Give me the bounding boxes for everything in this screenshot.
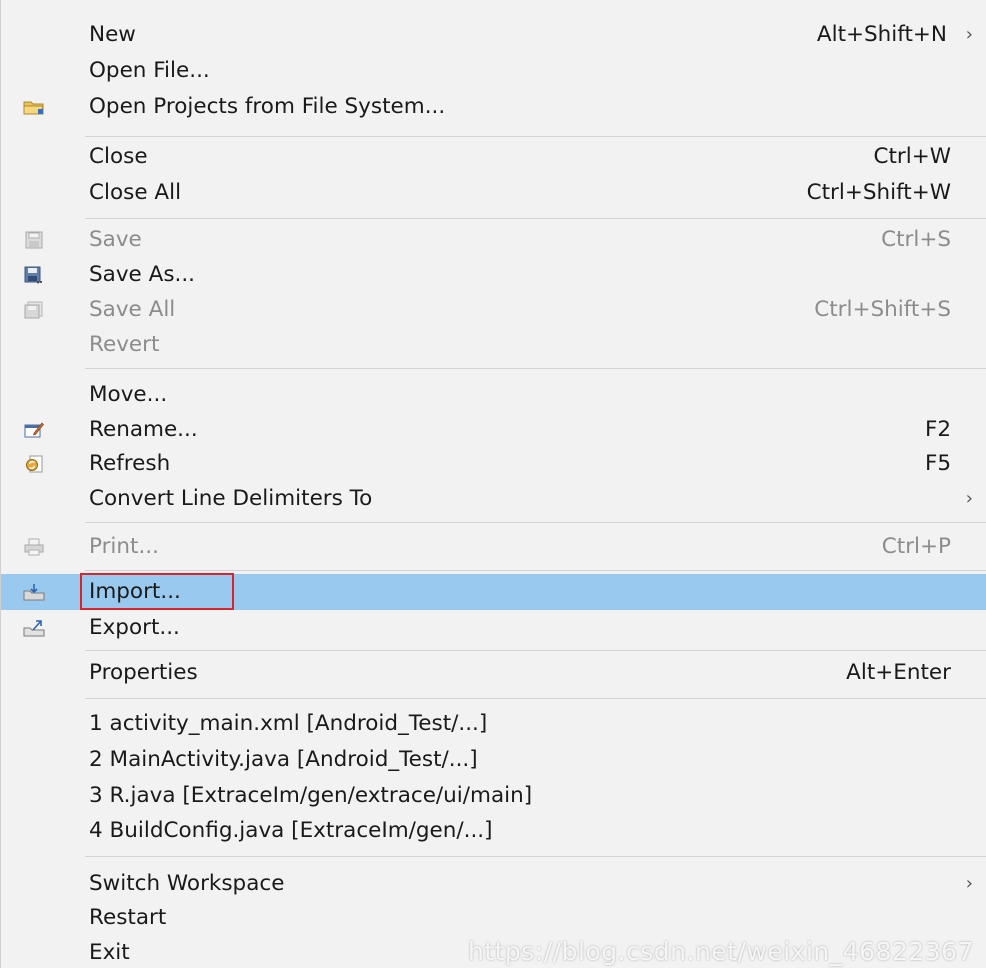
menu-item-label: Save xyxy=(89,227,142,252)
menu-item-label: Revert xyxy=(89,332,160,357)
refresh-icon xyxy=(23,453,45,475)
menu-separator xyxy=(85,368,986,369)
menu-item-save-as[interactable]: Save As... xyxy=(1,257,986,293)
menu-separator xyxy=(85,650,986,651)
menu-item-print[interactable]: Print... Ctrl+P xyxy=(1,529,986,565)
shortcut-text: Alt+Enter xyxy=(846,660,951,685)
menu-item-label: Print... xyxy=(89,534,159,559)
recent-file-item[interactable]: 3 R.java [ExtraceIm/gen/extrace/ui/main] xyxy=(1,778,986,814)
menu-item-label: Export... xyxy=(89,615,180,640)
menu-separator xyxy=(85,522,986,523)
shortcut-text: Ctrl+W xyxy=(873,144,951,169)
menu-item-label: Close xyxy=(89,144,148,169)
recent-file-item[interactable]: 1 activity_main.xml [Android_Test/...] xyxy=(1,706,986,742)
shortcut-text: Ctrl+Shift+W xyxy=(806,180,951,205)
menu-item-label: Rename... xyxy=(89,417,198,442)
menu-separator xyxy=(85,218,986,219)
shortcut-text: F5 xyxy=(924,451,951,476)
menu-item-new[interactable]: New Alt+Shift+N › xyxy=(1,17,986,53)
menu-separator xyxy=(85,856,986,857)
menu-item-label: 3 R.java [ExtraceIm/gen/extrace/ui/main] xyxy=(89,783,533,808)
menu-item-label: New xyxy=(89,22,136,47)
menu-item-move[interactable]: Move... xyxy=(1,377,986,413)
menu-item-label: Open File... xyxy=(89,58,210,83)
save-all-icon xyxy=(23,299,45,321)
shortcut-text: F2 xyxy=(924,417,951,442)
menu-item-restart[interactable]: Restart xyxy=(1,900,986,936)
save-icon xyxy=(23,229,45,251)
file-menu: New Alt+Shift+N › Open File... Open Proj… xyxy=(0,0,986,968)
menu-item-save[interactable]: Save Ctrl+S xyxy=(1,222,986,258)
menu-item-close-all[interactable]: Close All Ctrl+Shift+W xyxy=(1,175,986,211)
menu-item-export[interactable]: Export... xyxy=(1,610,986,646)
menu-item-label: Restart xyxy=(89,905,167,930)
shortcut-text: Ctrl+Shift+S xyxy=(814,297,951,322)
menu-item-label: Convert Line Delimiters To xyxy=(89,486,373,511)
save-as-icon xyxy=(23,264,45,286)
menu-item-convert-line-delimiters[interactable]: Convert Line Delimiters To › xyxy=(1,481,986,517)
menu-separator xyxy=(85,570,986,571)
menu-item-label: 2 MainActivity.java [Android_Test/...] xyxy=(89,747,478,772)
watermark-text: https://blog.csdn.net/weixin_46822367 xyxy=(467,937,974,966)
menu-item-label: Save As... xyxy=(89,262,196,287)
menu-item-label: Close All xyxy=(89,180,182,205)
menu-item-label: 1 activity_main.xml [Android_Test/...] xyxy=(89,711,488,736)
folder-icon xyxy=(23,96,45,118)
menu-item-label: Save All xyxy=(89,297,176,322)
highlight-annotation-box xyxy=(80,573,234,610)
menu-item-label: Exit xyxy=(89,940,130,965)
menu-item-label: Switch Workspace xyxy=(89,871,285,896)
menu-separator xyxy=(85,136,986,137)
recent-file-item[interactable]: 2 MainActivity.java [Android_Test/...] xyxy=(1,742,986,778)
shortcut-text: Ctrl+P xyxy=(881,534,951,559)
shortcut-text: Ctrl+S xyxy=(881,227,951,252)
menu-item-label: Refresh xyxy=(89,451,171,476)
menu-item-label: 4 BuildConfig.java [ExtraceIm/gen/...] xyxy=(89,818,493,843)
menu-separator xyxy=(85,698,986,699)
menu-item-close[interactable]: Close Ctrl+W xyxy=(1,139,986,175)
menu-item-open-projects[interactable]: Open Projects from File System... xyxy=(1,89,986,125)
rename-icon xyxy=(23,419,45,441)
print-icon xyxy=(23,536,45,558)
menu-item-switch-workspace[interactable]: Switch Workspace › xyxy=(1,866,986,902)
chevron-right-icon: › xyxy=(965,24,973,45)
menu-item-rename[interactable]: Rename... F2 xyxy=(1,412,986,448)
import-icon xyxy=(23,581,45,603)
chevron-right-icon: › xyxy=(965,488,973,509)
menu-item-label: Move... xyxy=(89,382,168,407)
export-icon xyxy=(23,617,45,639)
menu-item-label: Open Projects from File System... xyxy=(89,94,446,119)
menu-item-label: Properties xyxy=(89,660,198,685)
menu-item-save-all[interactable]: Save All Ctrl+Shift+S xyxy=(1,292,986,328)
recent-file-item[interactable]: 4 BuildConfig.java [ExtraceIm/gen/...] xyxy=(1,813,986,849)
menu-item-open-file[interactable]: Open File... xyxy=(1,53,986,89)
chevron-right-icon: › xyxy=(965,873,973,894)
menu-item-revert[interactable]: Revert xyxy=(1,327,986,363)
shortcut-text: Alt+Shift+N xyxy=(816,22,947,47)
menu-item-refresh[interactable]: Refresh F5 xyxy=(1,446,986,482)
menu-item-properties[interactable]: Properties Alt+Enter xyxy=(1,655,986,691)
